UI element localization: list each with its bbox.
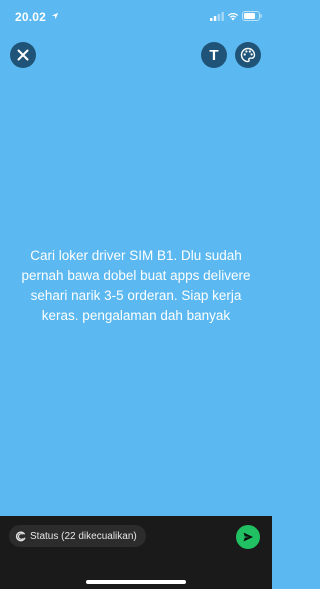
- privacy-circle-icon: [15, 530, 26, 541]
- cellular-signal-icon: [210, 12, 224, 21]
- text-style-button[interactable]: T: [201, 42, 227, 68]
- wifi-icon: [227, 12, 239, 21]
- send-button[interactable]: [236, 525, 260, 549]
- composer-bar: Status (22 dikecualikan): [0, 516, 272, 589]
- text-style-label: T: [209, 46, 219, 64]
- system-status-bar: 20.02: [0, 0, 272, 34]
- close-icon: [17, 49, 29, 61]
- clock-time: 20.02: [15, 10, 47, 24]
- privacy-label: Status (22 dikecualikan): [30, 530, 137, 542]
- palette-icon: [240, 47, 256, 63]
- battery-icon: [242, 11, 262, 21]
- background-color-button[interactable]: [235, 42, 261, 68]
- status-text[interactable]: Cari loker driver SIM B1. Dlu sudah pern…: [20, 246, 252, 326]
- home-indicator[interactable]: [86, 580, 186, 584]
- privacy-settings-button[interactable]: Status (22 dikecualikan): [9, 525, 146, 547]
- close-button[interactable]: [10, 42, 36, 68]
- send-icon: [243, 532, 253, 542]
- location-arrow-icon: [51, 12, 59, 20]
